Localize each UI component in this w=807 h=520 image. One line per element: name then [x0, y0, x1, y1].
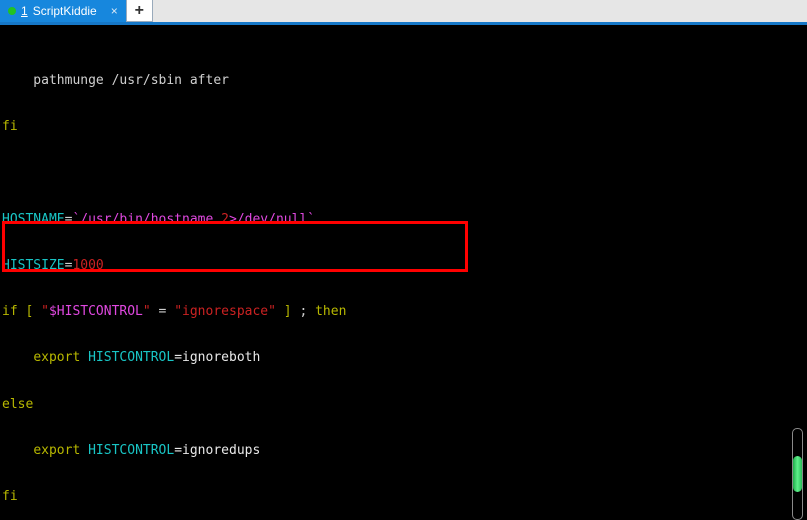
tab-title-label: ScriptKiddie — [32, 4, 97, 18]
close-icon[interactable]: × — [108, 5, 121, 17]
code-line: fi — [2, 119, 18, 135]
scrollbar-thumb[interactable] — [793, 456, 802, 492]
code-line: HOSTNAME=`/usr/bin/hostname 2>/dev/null` — [2, 211, 316, 227]
tab-scriptkiddie[interactable]: 1 ScriptKiddie × — [0, 0, 126, 22]
new-tab-button[interactable]: + — [125, 0, 153, 22]
vim-editor-buffer[interactable]: pathmunge /usr/sbin after fi HOSTNAME=`/… — [0, 25, 581, 520]
code-line: if [ "$HISTCONTROL" = "ignorespace" ] ; … — [2, 304, 347, 320]
tab-bar: 1 ScriptKiddie × + — [0, 0, 807, 22]
code-line: HISTSIZE=1000 — [2, 258, 104, 274]
tab-bar-empty-space — [152, 0, 807, 22]
code-line: export HISTCONTROL=ignoredups — [33, 442, 261, 458]
code-line: pathmunge /usr/sbin after — [2, 73, 229, 89]
tab-index-label: 1 — [21, 4, 28, 18]
code-line: export HISTCONTROL=ignoreboth — [33, 350, 261, 366]
code-line: fi — [2, 489, 18, 505]
terminal-viewport[interactable]: pathmunge /usr/sbin after fi HOSTNAME=`/… — [0, 25, 807, 520]
scrollbar[interactable] — [792, 428, 803, 520]
code-line: else — [2, 396, 34, 412]
tab-status-dot-icon — [8, 7, 16, 15]
